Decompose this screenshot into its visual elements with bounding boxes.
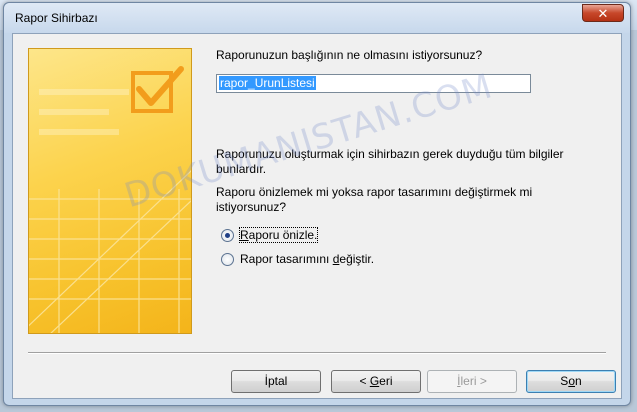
window-title: Rapor Sihirbazı xyxy=(15,11,98,25)
close-button[interactable]: ✕ xyxy=(582,4,624,22)
preview-question-line1: Raporu önizlemek mi yoksa rapor tasarımı… xyxy=(216,185,533,199)
wizard-banner-image xyxy=(28,48,192,334)
checkbox-check-icon xyxy=(131,66,184,113)
option-modify-design[interactable]: Rapor tasarımını değiştir. xyxy=(221,250,374,268)
preview-question-line2: istiyorsunuz? xyxy=(216,200,287,214)
design-radio[interactable] xyxy=(221,252,234,266)
report-title-value: rapor_UrunListesi xyxy=(219,76,316,90)
report-title-input[interactable]: rapor_UrunListesi xyxy=(216,74,531,93)
info-text-line1: Raporunuzu oluşturmak için sihirbazın ge… xyxy=(216,147,564,161)
close-icon: ✕ xyxy=(597,6,609,21)
finish-button[interactable]: Son xyxy=(526,370,616,393)
preview-radio-label[interactable]: Raporu önizle. xyxy=(238,227,319,243)
design-radio-label[interactable]: Rapor tasarımını değiştir. xyxy=(240,252,374,266)
cancel-button[interactable]: İptal xyxy=(231,370,321,393)
preview-radio[interactable] xyxy=(221,228,234,242)
back-button[interactable]: < Geri xyxy=(331,370,421,393)
info-text-line2: bunlardır. xyxy=(216,162,267,176)
report-wizard-dialog: Rapor Sihirbazı ✕ Raporunuzun başlığının… xyxy=(3,2,631,406)
wizard-client-area: Raporunuzun başlığının ne olmasını istiy… xyxy=(12,33,622,399)
next-button[interactable]: İleri > xyxy=(427,370,517,393)
title-bar[interactable]: Rapor Sihirbazı ✕ xyxy=(4,3,630,33)
banner-graphic xyxy=(29,66,191,333)
option-preview-report[interactable]: Raporu önizle. xyxy=(221,226,319,244)
report-title-question: Raporunuzun başlığının ne olmasını istiy… xyxy=(216,48,483,62)
button-separator xyxy=(28,352,606,354)
